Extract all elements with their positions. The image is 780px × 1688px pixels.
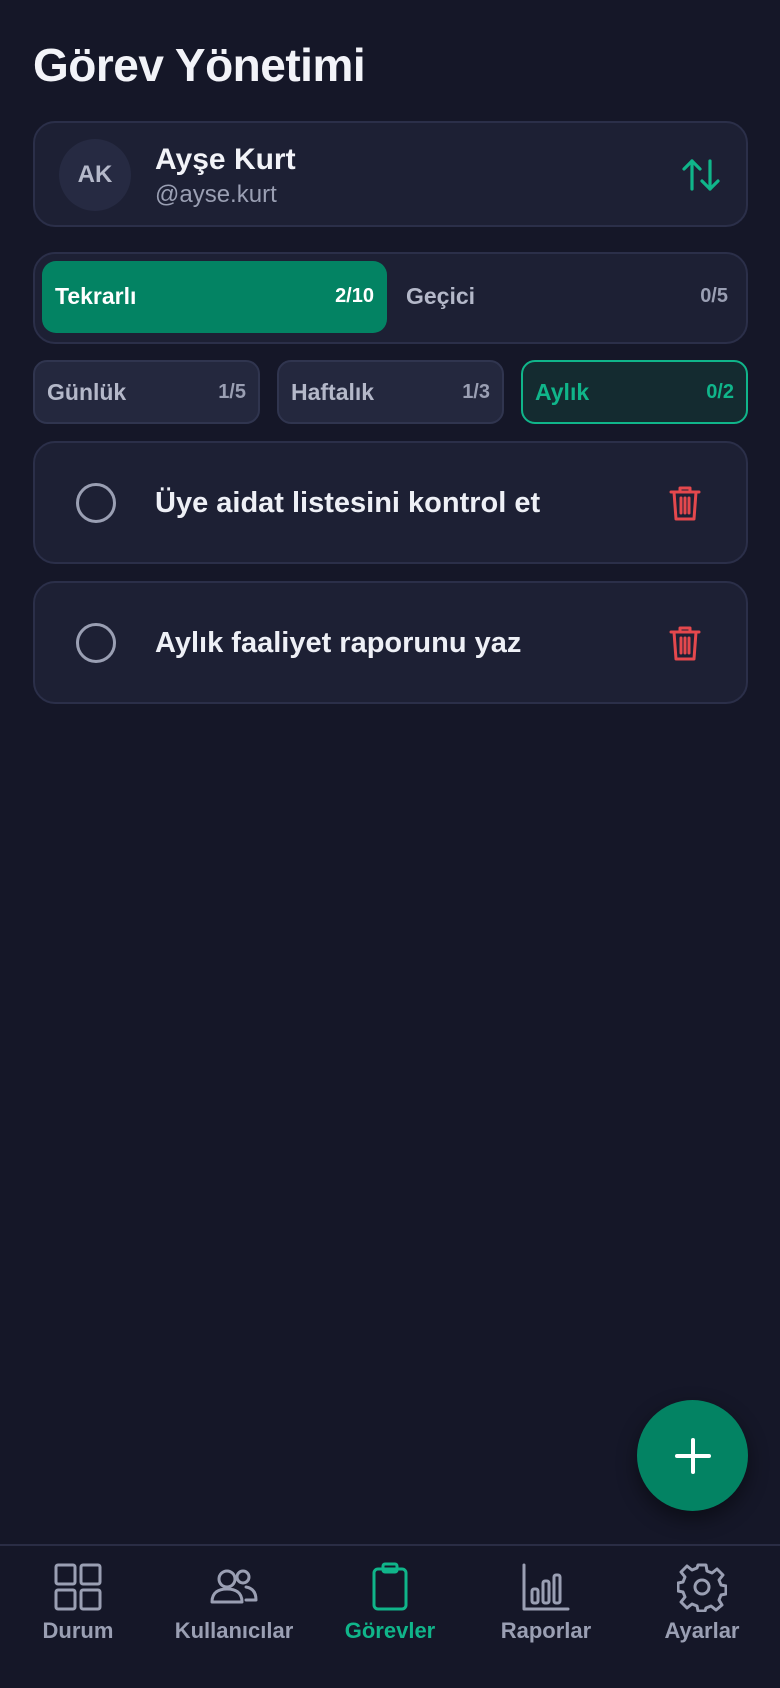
page-title: Görev Yönetimi	[33, 39, 366, 91]
task-row[interactable]: Aylık faaliyet raporunu yaz	[33, 581, 748, 704]
nav-label: Görevler	[344, 1618, 436, 1643]
period-label: Haftalık	[291, 379, 375, 405]
task-type-tabs: Tekrarlı 2/10 Geçici 0/5	[33, 252, 748, 344]
task-management-screen: Görev Yönetimi AK Ayşe Kurt @ayse.kurt T…	[0, 0, 780, 1688]
nav-item-ayarlar[interactable]: Ayarlar	[624, 1546, 780, 1688]
task-row[interactable]: Üye aidat listesini kontrol et	[33, 441, 748, 564]
nav-label: Durum	[42, 1618, 114, 1643]
period-label: Aylık	[535, 379, 590, 405]
tab-count: 0/5	[700, 285, 728, 307]
task-text: Üye aidat listesini kontrol et	[155, 487, 541, 519]
task-text: Aylık faaliyet raporunu yaz	[155, 627, 522, 659]
avatar: AK	[59, 139, 131, 211]
nav-item-raporlar[interactable]: Raporlar	[468, 1546, 624, 1688]
nav-label: Raporlar	[500, 1618, 592, 1643]
period-tab-gunluk[interactable]: Günlük 1/5	[33, 360, 260, 424]
nav-item-kullanicilar[interactable]: Kullanıcılar	[156, 1546, 312, 1688]
period-tab-haftalik[interactable]: Haftalık 1/3	[277, 360, 504, 424]
tab-label: Tekrarlı	[55, 283, 137, 309]
period-label: Günlük	[47, 379, 127, 405]
trash-icon[interactable]	[668, 483, 702, 523]
nav-item-durum[interactable]: Durum	[0, 1546, 156, 1688]
gear-icon	[677, 1563, 727, 1612]
period-count: 1/5	[218, 381, 246, 403]
clipboard-icon	[372, 1562, 408, 1611]
nav-label: Kullanıcılar	[174, 1618, 294, 1643]
arrows-up-down-icon[interactable]	[680, 153, 724, 197]
tab-gecici[interactable]: Geçici 0/5	[393, 261, 741, 333]
period-count: 1/3	[462, 381, 490, 403]
task-checkbox[interactable]	[76, 623, 116, 663]
user-name: Ayşe Kurt	[155, 143, 296, 176]
period-count: 0/2	[706, 381, 734, 403]
task-checkbox[interactable]	[76, 483, 116, 523]
tab-count: 2/10	[335, 285, 374, 307]
add-task-button[interactable]	[637, 1400, 748, 1511]
users-icon	[210, 1569, 258, 1604]
trash-icon[interactable]	[668, 623, 702, 663]
user-handle: @ayse.kurt	[155, 181, 277, 208]
tab-tekrarli[interactable]: Tekrarlı 2/10	[42, 261, 387, 333]
tab-label: Geçici	[406, 283, 476, 309]
bar-chart-icon	[522, 1563, 570, 1611]
user-card[interactable]: AK Ayşe Kurt @ayse.kurt	[33, 121, 748, 227]
nav-label: Ayarlar	[664, 1618, 740, 1643]
nav-item-gorevler[interactable]: Görevler	[312, 1546, 468, 1688]
plus-icon	[674, 1437, 711, 1474]
period-tab-aylik[interactable]: Aylık 0/2	[521, 360, 748, 424]
grid-icon	[54, 1563, 102, 1611]
bottom-nav: Durum Kullanıcılar Görevler Raporlar Aya…	[0, 1544, 780, 1688]
